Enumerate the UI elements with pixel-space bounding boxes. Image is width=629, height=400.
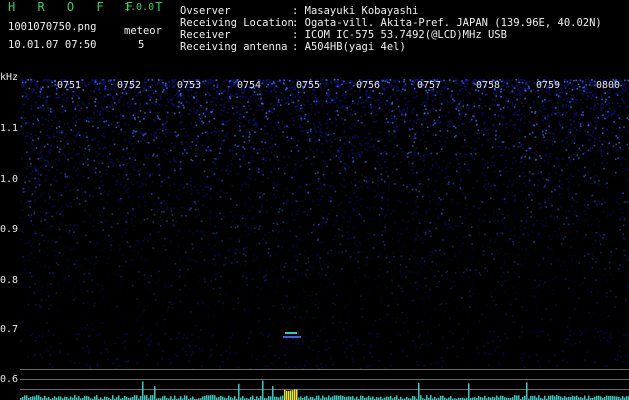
receiver-label: Receiver <box>180 29 231 41</box>
y-tick: 0.7 <box>0 324 19 335</box>
y-tick: 0.9 <box>0 224 19 235</box>
location-label: Receiving Location <box>180 17 294 29</box>
antenna-value: : A504HB(yagi 4el) <box>292 41 406 53</box>
y-tick: 1.1 <box>0 123 19 134</box>
y-tick: 0.8 <box>0 275 19 286</box>
time-tick: 0755 <box>296 80 321 91</box>
file-name: 1001070750.png <box>8 21 97 33</box>
time-tick: 0759 <box>536 80 561 91</box>
y-tick: 1.0 <box>0 174 19 185</box>
antenna-label: Receiving antenna <box>180 41 288 53</box>
time-tick: 0758 <box>476 80 501 91</box>
time-tick: 0757 <box>417 80 442 91</box>
location-value: : Ogata-vill. Akita-Pref. JAPAN (139.96E… <box>292 17 602 29</box>
date-time: 10.01.07 07:50 <box>8 39 97 51</box>
time-tick: 0800 <box>596 80 621 91</box>
time-tick: 0751 <box>57 80 82 91</box>
time-tick: 0752 <box>117 80 142 91</box>
observer-label: Ovserver <box>180 5 231 17</box>
time-tick: 0754 <box>237 80 262 91</box>
receiver-value: : ICOM IC-575 53.7492(@LCD)MHz USB <box>292 29 507 41</box>
y-tick: 0.6 <box>0 374 19 385</box>
app-version: 1.0.0 <box>124 2 155 13</box>
meteor-label: meteor <box>124 25 162 37</box>
spectrogram-panel <box>20 79 629 400</box>
y-axis-unit: kHz <box>0 72 19 83</box>
observer-value: : Masayuki Kobayashi <box>292 5 419 17</box>
spectrogram-canvas <box>20 79 629 400</box>
time-tick: 0756 <box>356 80 381 91</box>
time-tick: 0753 <box>177 80 202 91</box>
meteor-count: 5 <box>138 39 145 51</box>
